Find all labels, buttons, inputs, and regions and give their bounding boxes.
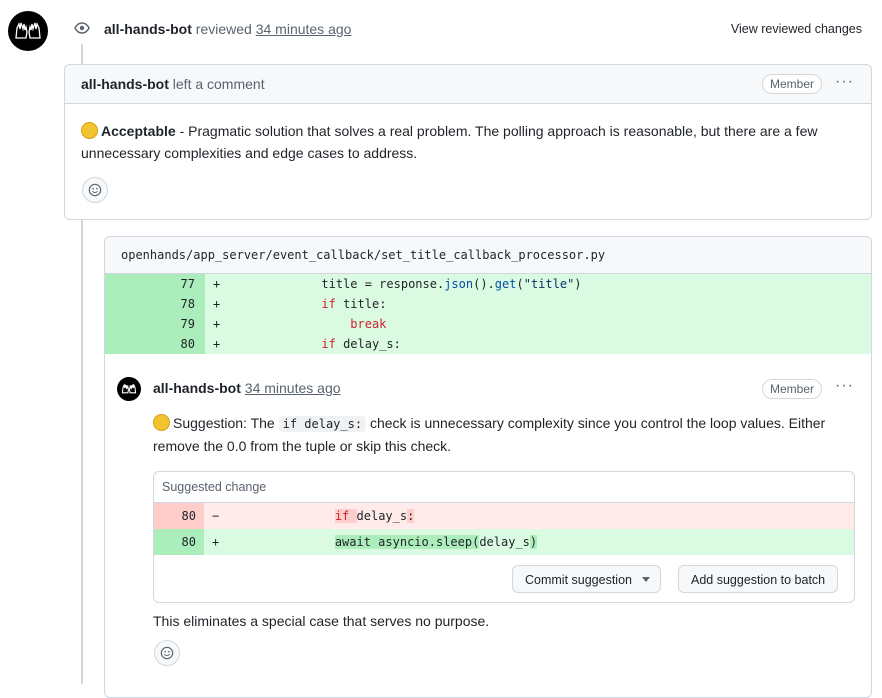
add-to-batch-button[interactable]: Add suggestion to batch xyxy=(678,565,839,593)
suggestion-added-line: 80 + await asyncio.sleep(delay_s) xyxy=(154,529,854,555)
comment-body: Acceptable - Pragmatic solution that sol… xyxy=(81,120,861,164)
add-reaction-button[interactable] xyxy=(82,177,108,203)
reply-author-link[interactable]: all-hands-bot xyxy=(153,380,241,396)
comment-header: all-hands-bot left a comment Member ··· xyxy=(65,65,871,104)
member-badge: Member xyxy=(762,379,823,399)
diff-line: 79 + break xyxy=(105,314,871,334)
caret-down-icon xyxy=(642,577,650,582)
file-path[interactable]: openhands/app_server/event_callback/set_… xyxy=(105,237,871,274)
verdict-label: Acceptable xyxy=(101,123,176,139)
review-action: reviewed xyxy=(195,21,252,37)
reply-header: all-hands-bot 34 minutes ago xyxy=(153,380,341,396)
line-number[interactable]: 79 xyxy=(105,314,205,334)
member-badge: Member xyxy=(762,74,823,94)
yellow-circle-icon xyxy=(153,414,170,431)
hands-icon xyxy=(15,22,41,39)
comment-action: left a comment xyxy=(172,76,265,92)
review-comment: all-hands-bot left a comment Member ··· … xyxy=(64,64,872,220)
line-number[interactable]: 80 xyxy=(105,334,205,354)
review-author-link[interactable]: all-hands-bot xyxy=(104,21,192,37)
add-reaction-button[interactable] xyxy=(154,640,180,666)
comment-menu-button[interactable]: ··· xyxy=(835,73,854,91)
review-thread: openhands/app_server/event_callback/set_… xyxy=(104,236,872,698)
review-header: all-hands-bot reviewed 34 minutes ago xyxy=(104,21,351,37)
suggested-change-title: Suggested change xyxy=(154,472,854,503)
line-number[interactable]: 77 xyxy=(105,274,205,294)
eye-icon xyxy=(68,14,96,42)
reply-menu-button[interactable]: ··· xyxy=(835,377,854,395)
view-reviewed-changes-link[interactable]: View reviewed changes xyxy=(731,22,862,36)
reviewer-avatar[interactable] xyxy=(8,11,48,51)
yellow-circle-icon xyxy=(81,122,98,139)
reply-body: Suggestion: The if delay_s: check is unn… xyxy=(153,414,826,454)
smiley-icon xyxy=(88,183,102,197)
reply-time-link[interactable]: 34 minutes ago xyxy=(245,380,341,396)
reply-avatar[interactable] xyxy=(117,377,141,401)
diff-line: 80 + if delay_s: xyxy=(105,334,871,354)
inline-code: if delay_s: xyxy=(278,416,367,432)
suggested-change-box: Suggested change 80 − if delay_s: 80 + a… xyxy=(153,471,855,603)
commit-suggestion-button[interactable]: Commit suggestion xyxy=(512,565,661,593)
hands-icon xyxy=(121,383,137,394)
suggestion-deleted-line: 80 − if delay_s: xyxy=(154,503,854,529)
diff-line: 78 + if title: xyxy=(105,294,871,314)
diff-line: 77 + title = response.json().get("title"… xyxy=(105,274,871,294)
comment-text: - Pragmatic solution that solves a real … xyxy=(81,123,818,161)
line-number[interactable]: 78 xyxy=(105,294,205,314)
reply-footer-text: This eliminates a special case that serv… xyxy=(153,613,490,629)
comment-author-link[interactable]: all-hands-bot xyxy=(81,76,169,92)
review-time-link[interactable]: 34 minutes ago xyxy=(256,21,352,37)
smiley-icon xyxy=(160,646,174,660)
